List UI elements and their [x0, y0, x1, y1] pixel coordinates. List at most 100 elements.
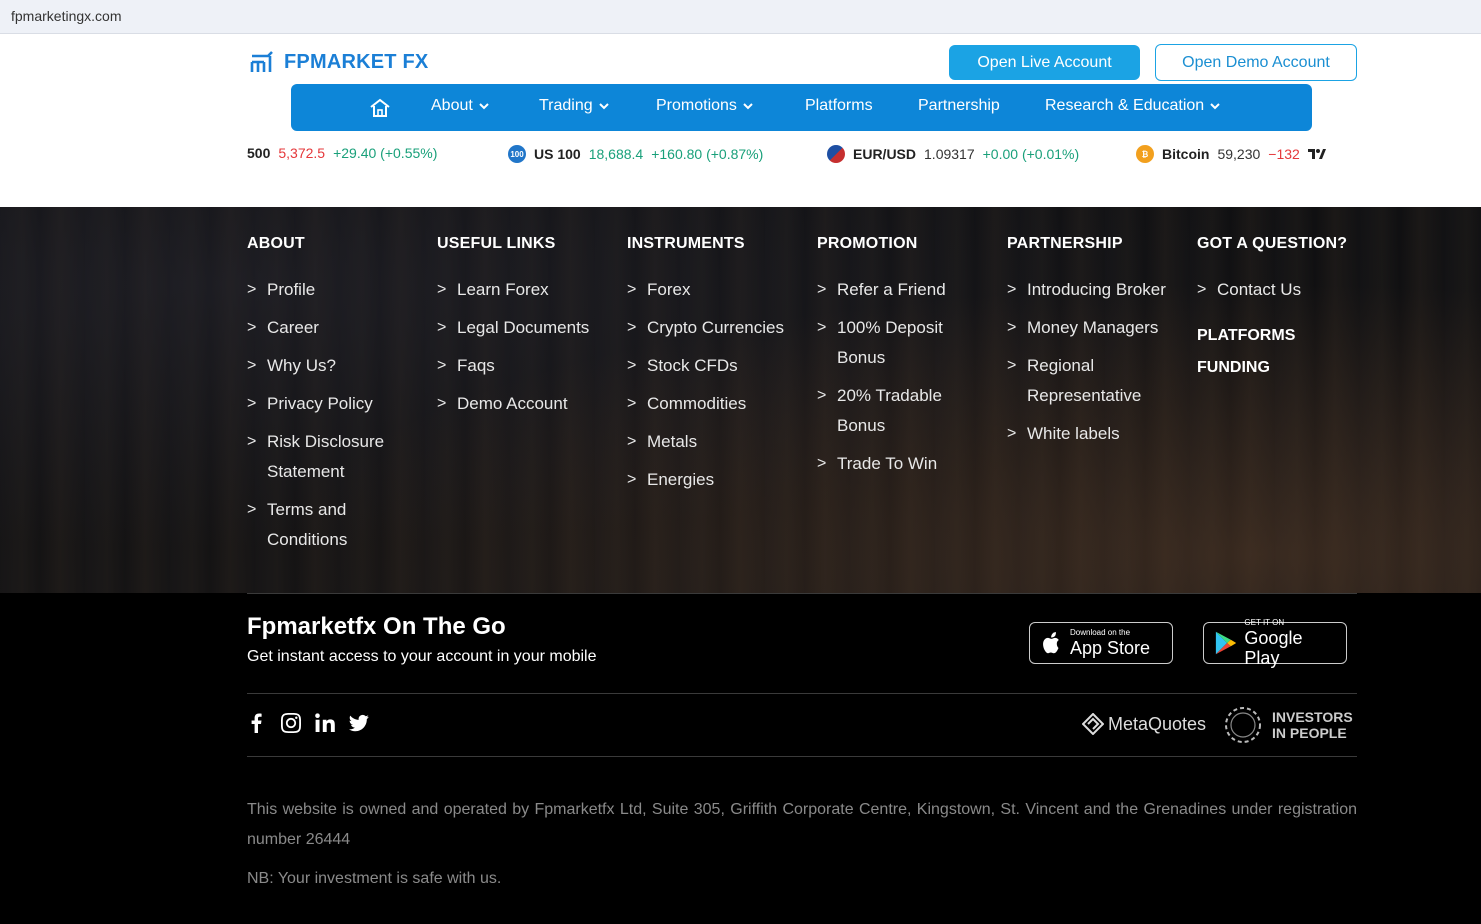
footer-col-title: ABOUT: [247, 235, 305, 252]
logo[interactable]: FPMARKET FX: [250, 50, 428, 74]
footer-link-learn-forex[interactable]: > Learn Forex: [437, 275, 617, 305]
ticker-price: 5,372.5: [278, 145, 326, 161]
google-play-button[interactable]: GET IT ON Google Play: [1203, 618, 1347, 668]
footer-link-why-us[interactable]: > Why Us?: [247, 351, 417, 381]
nav-label: About: [431, 97, 473, 114]
footer-col-title: PARTNERSHIP: [1007, 235, 1123, 252]
footer-col-useful-links: USEFUL LINKS > Learn Forex > Legal Documen…: [437, 235, 617, 427]
ticker-item-bitcoin[interactable]: ₿ Bitcoin 59,230 −132: [1136, 145, 1326, 163]
nav-item-promotions[interactable]: Promotions: [656, 97, 753, 115]
logo-text: FPMARKET FX: [284, 50, 429, 73]
footer-link-career[interactable]: > Career: [247, 313, 417, 343]
store-small-text: Download on the: [1070, 628, 1131, 637]
url-text[interactable]: fpmarketingx.com: [11, 8, 121, 24]
footer-bottom: Fpmarketfx On The Go Get instant access …: [0, 593, 1481, 924]
ticker-symbol: 500: [247, 145, 271, 161]
footer-link-contact-us[interactable]: > Contact Us: [1197, 275, 1367, 305]
open-live-account-button[interactable]: Open Live Account: [949, 45, 1140, 80]
store-big-text: Google Play: [1244, 628, 1303, 668]
on-the-go-title: Fpmarketfx On The Go: [247, 613, 506, 640]
ticker-item-us100[interactable]: 100 US 100 18,688.4 +160.80 (+0.87%): [508, 145, 763, 163]
ticker-item-sp500[interactable]: 500 5,372.5 +29.40 (+0.55%): [247, 145, 437, 161]
footer-link-tradable-bonus[interactable]: >20% Tradable Bonus: [817, 381, 977, 441]
footer-link-funding[interactable]: FUNDING: [1197, 359, 1367, 377]
divider: [247, 693, 1357, 694]
ticker-change: +29.40 (+0.55%): [333, 145, 438, 161]
footer-link-stock-cfds[interactable]: > Stock CFDs: [627, 351, 807, 381]
nav-item-about[interactable]: About: [431, 97, 489, 115]
footer-link-demo-account[interactable]: > Demo Account: [437, 389, 617, 419]
ticker-symbol: EUR/USD: [853, 146, 917, 162]
nav-item-partnership[interactable]: Partnership: [918, 97, 1000, 115]
footer-link-deposit-bonus[interactable]: >100% Deposit Bonus: [817, 313, 977, 373]
metaquotes-logo: MetaQuotes: [1082, 713, 1206, 735]
store-small-text: GET IT ON: [1244, 618, 1285, 627]
facebook-icon[interactable]: [247, 713, 267, 733]
nav-item-research-education[interactable]: Research & Education: [1045, 97, 1220, 115]
google-play-icon: [1215, 631, 1236, 655]
price-ticker[interactable]: 500 5,372.5 +29.40 (+0.55%) 100 US 100 1…: [247, 138, 1357, 168]
footer-col-title: PROMOTION: [817, 235, 918, 252]
footer-col-partnership: PARTNERSHIP > Introducing Broker > Money M…: [1007, 235, 1177, 457]
ticker-change: −132: [1268, 146, 1300, 162]
footer-link-commodities[interactable]: > Commodities: [627, 389, 807, 419]
footer-link-crypto[interactable]: > Crypto Currencies: [627, 313, 807, 343]
footer-col-title: USEFUL LINKS: [437, 235, 556, 252]
open-demo-account-button[interactable]: Open Demo Account: [1155, 44, 1357, 81]
social-links: [247, 713, 369, 733]
app-store-button[interactable]: Download on the App Store: [1029, 622, 1173, 664]
footer-col-promotion: PROMOTION > Refer a Friend >100% Deposit …: [817, 235, 977, 487]
metaquotes-text: MetaQuotes: [1108, 713, 1207, 734]
linkedin-icon[interactable]: [315, 713, 335, 733]
nav-item-platforms[interactable]: Platforms: [805, 97, 873, 115]
nb-note: NB: Your investment is safe with us.: [247, 870, 502, 887]
divider: [247, 593, 1357, 594]
metaquotes-icon: [1082, 713, 1104, 735]
chevron-down-icon: [598, 103, 609, 110]
logo-icon: [250, 51, 273, 72]
footer-col-question: GOT A QUESTION? > Contact Us PLATFORMS FU…: [1197, 235, 1367, 391]
legal-disclaimer: This website is owned and operated by Fp…: [247, 801, 1357, 848]
footer-link-white-labels[interactable]: > White labels: [1007, 419, 1177, 449]
footer-link-terms[interactable]: > Terms and Conditions: [247, 495, 417, 555]
footer-link-legal-documents[interactable]: > Legal Documents: [437, 313, 617, 343]
footer-link-regional-rep[interactable]: > Regional Representative: [1007, 351, 1177, 411]
footer-link-privacy-policy[interactable]: > Privacy Policy: [247, 389, 417, 419]
footer-link-refer-friend[interactable]: > Refer a Friend: [817, 275, 977, 305]
browser-address-bar[interactable]: fpmarketingx.com: [0, 0, 1481, 34]
laurel-wreath-icon: [1225, 707, 1261, 743]
eurusd-flag-icon: [827, 145, 845, 163]
footer-link-platforms[interactable]: PLATFORMS: [1197, 327, 1367, 345]
footer-link-forex[interactable]: > Forex: [627, 275, 807, 305]
ticker-symbol: US 100: [534, 146, 581, 162]
footer-col-title: GOT A QUESTION?: [1197, 235, 1348, 252]
ticker-symbol: Bitcoin: [1162, 146, 1210, 162]
ticker-item-eurusd[interactable]: EUR/USD 1.09317 +0.00 (+0.01%): [827, 145, 1079, 163]
nav-label: Partnership: [918, 97, 1000, 114]
main-nav: About Trading Promotions Platforms Partn…: [291, 84, 1312, 131]
ticker-change: +160.80 (+0.87%): [651, 146, 764, 162]
footer-link-metals[interactable]: > Metals: [627, 427, 807, 457]
nav-label: Trading: [539, 97, 593, 114]
footer-link-risk-disclosure[interactable]: > Risk Disclosure Statement: [247, 427, 417, 487]
footer-link-trade-to-win[interactable]: > Trade To Win: [817, 449, 977, 479]
footer-link-money-managers[interactable]: > Money Managers: [1007, 313, 1177, 343]
home-icon[interactable]: [369, 97, 391, 119]
footer-col-about: ABOUT > Profile > Career > Why Us? > Privacy…: [247, 235, 417, 563]
twitter-icon[interactable]: [349, 713, 369, 733]
ticker-price: 18,688.4: [588, 146, 644, 162]
store-big-text: App Store: [1070, 638, 1151, 658]
nav-item-trading[interactable]: Trading: [539, 97, 609, 115]
tradingview-logo-icon[interactable]: [1307, 148, 1326, 160]
chevron-down-icon: [1210, 103, 1220, 110]
footer-link-introducing-broker[interactable]: > Introducing Broker: [1007, 275, 1177, 305]
divider: [247, 756, 1357, 757]
footer-link-faqs[interactable]: > Faqs: [437, 351, 617, 381]
bitcoin-icon: ₿: [1136, 145, 1154, 163]
footer-link-energies[interactable]: > Energies: [627, 465, 807, 495]
iip-line-2: IN PEOPLE: [1272, 725, 1347, 741]
instagram-icon[interactable]: [281, 713, 301, 733]
footer-link-profile[interactable]: > Profile: [247, 275, 417, 305]
apple-icon: [1043, 632, 1059, 654]
chevron-down-icon: [743, 103, 753, 110]
